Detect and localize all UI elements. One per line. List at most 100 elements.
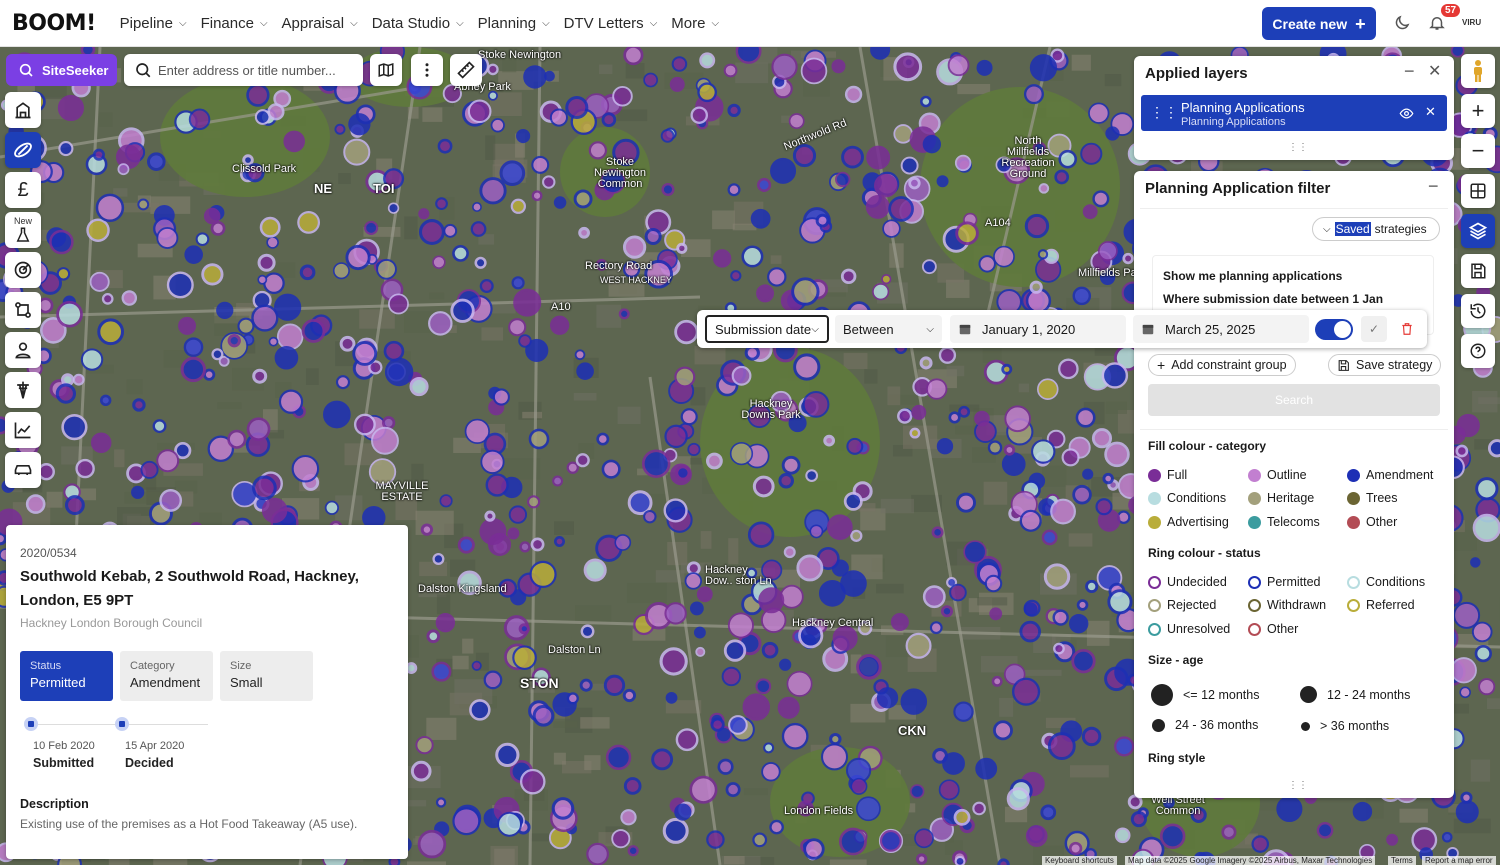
- minimize-icon[interactable]: −: [1428, 176, 1439, 197]
- nav-data-studio[interactable]: Data Studio ⌵: [372, 15, 464, 32]
- saved-highlight: Saved: [1334, 222, 1371, 236]
- building-block: [462, 638, 474, 654]
- ring-referred[interactable]: Referred: [1347, 598, 1415, 612]
- grid-button[interactable]: [1461, 174, 1495, 208]
- map-type-button[interactable]: [370, 54, 402, 86]
- nav-pipeline[interactable]: Pipeline ⌵: [120, 15, 187, 32]
- planning-marker: [573, 189, 593, 209]
- size-12-24-months[interactable]: 12 - 24 months: [1300, 686, 1410, 703]
- terms-link[interactable]: Terms: [1388, 856, 1416, 865]
- planning-marker: [601, 459, 621, 479]
- ring-permitted[interactable]: Permitted: [1248, 575, 1321, 589]
- building-block: [712, 210, 735, 230]
- tool-radar[interactable]: [5, 252, 41, 288]
- planning-marker: [915, 853, 928, 865]
- stat-size[interactable]: Size Small: [220, 651, 313, 701]
- help-button[interactable]: [1461, 334, 1495, 368]
- company-logo[interactable]: VIRU: [1462, 18, 1481, 27]
- ring-colour-title: Ring colour - status: [1148, 546, 1261, 560]
- saved-strategies-dropdown[interactable]: ⌵ Saved strategies: [1312, 217, 1440, 241]
- search-button[interactable]: Search: [1148, 384, 1440, 416]
- size-12-months[interactable]: <= 12 months: [1151, 684, 1259, 706]
- tool-property[interactable]: [5, 92, 41, 128]
- zoom-out-button[interactable]: −: [1461, 134, 1495, 168]
- nav-dtv-letters[interactable]: DTV Letters ⌵: [564, 15, 658, 32]
- nav-planning[interactable]: Planning ⌵: [478, 15, 550, 32]
- planning-marker: [1068, 841, 1083, 856]
- fill-conditions[interactable]: Conditions: [1148, 491, 1226, 505]
- create-new-button[interactable]: Create new +: [1262, 7, 1376, 40]
- layer-planning-applications[interactable]: ⋮⋮ Planning Applications Planning Applic…: [1141, 95, 1447, 131]
- to-date-input[interactable]: March 25, 2025: [1133, 315, 1309, 343]
- report-map-error-link[interactable]: Report a map error: [1422, 856, 1496, 865]
- enable-toggle[interactable]: [1315, 319, 1353, 340]
- planning-marker: [659, 647, 688, 676]
- delete-button[interactable]: [1394, 316, 1420, 342]
- confirm-button[interactable]: ✓: [1361, 316, 1387, 342]
- planning-marker: [763, 742, 775, 754]
- history-button[interactable]: [1461, 294, 1495, 328]
- ring-other[interactable]: Other: [1248, 622, 1298, 636]
- fill-other[interactable]: Other: [1347, 515, 1397, 529]
- drag-handle-icon[interactable]: ⋮⋮: [1150, 104, 1178, 121]
- size-over-36-months[interactable]: > 36 months: [1301, 719, 1389, 733]
- brand-logo[interactable]: BOOM!: [12, 11, 96, 36]
- ring-rejected[interactable]: Rejected: [1148, 598, 1216, 612]
- tool-owner[interactable]: [5, 332, 41, 368]
- fill-amendment[interactable]: Amendment: [1347, 468, 1433, 482]
- ruler-icon: [457, 61, 475, 79]
- fill-telecoms[interactable]: Telecoms: [1248, 515, 1320, 529]
- save-strategy-button[interactable]: Save strategy: [1328, 354, 1442, 376]
- eye-icon[interactable]: [1399, 106, 1414, 121]
- operator-select[interactable]: Between ⌵: [835, 315, 942, 343]
- planning-marker: [731, 365, 752, 386]
- planning-marker: [180, 356, 207, 383]
- keyboard-shortcuts-link[interactable]: Keyboard shortcuts: [1042, 856, 1117, 865]
- tool-planning[interactable]: [5, 132, 41, 168]
- from-date-value: January 1, 2020: [982, 321, 1076, 337]
- nav-more[interactable]: More ⌵: [671, 15, 719, 32]
- planning-marker: [428, 311, 453, 336]
- calendar-icon: [959, 324, 971, 335]
- resize-handle-icon[interactable]: ⋮⋮: [1288, 780, 1308, 791]
- field-select[interactable]: Submission date ⌵: [705, 315, 829, 343]
- from-date-input[interactable]: January 1, 2020: [950, 315, 1126, 343]
- remove-layer-icon[interactable]: ✕: [1425, 104, 1436, 120]
- stat-status[interactable]: Status Permitted: [20, 651, 113, 701]
- measure-button[interactable]: [450, 54, 482, 86]
- fill-advertising[interactable]: Advertising: [1148, 515, 1229, 529]
- siteseeker-button[interactable]: SiteSeeker: [6, 54, 117, 86]
- close-icon[interactable]: ✕: [1428, 61, 1441, 81]
- tool-power[interactable]: [5, 372, 41, 408]
- nav-finance[interactable]: Finance ⌵: [201, 15, 268, 32]
- size-24-36-months[interactable]: 24 - 36 months: [1152, 718, 1258, 732]
- fill-trees[interactable]: Trees: [1347, 491, 1398, 505]
- fill-outline[interactable]: Outline: [1248, 468, 1307, 482]
- street-view-button[interactable]: [1461, 54, 1495, 88]
- fill-heritage[interactable]: Heritage: [1248, 491, 1314, 505]
- layers-button[interactable]: [1461, 214, 1495, 248]
- ring-unresolved[interactable]: Unresolved: [1148, 622, 1230, 636]
- planning-marker: [101, 293, 114, 305]
- ring-undecided[interactable]: Undecided: [1148, 575, 1227, 589]
- planning-marker: [156, 226, 179, 249]
- add-constraint-group-button[interactable]: + Add constraint group: [1148, 354, 1296, 376]
- nav-appraisal[interactable]: Appraisal ⌵: [282, 15, 358, 32]
- tool-finance[interactable]: £: [5, 172, 41, 208]
- tool-lab[interactable]: New: [5, 212, 41, 248]
- tool-compare[interactable]: [5, 292, 41, 328]
- resize-handle-icon[interactable]: ⋮⋮: [1288, 142, 1308, 153]
- tool-transport[interactable]: [5, 452, 41, 488]
- minimize-icon[interactable]: −: [1404, 61, 1415, 82]
- tool-analytics[interactable]: [5, 412, 41, 448]
- building-block: [724, 856, 745, 865]
- ring-withdrawn[interactable]: Withdrawn: [1248, 598, 1326, 612]
- save-button[interactable]: [1461, 254, 1495, 288]
- ring-conditions[interactable]: Conditions: [1347, 575, 1425, 589]
- address-search-input[interactable]: Enter address or title number...: [124, 54, 363, 86]
- fill-full[interactable]: Full: [1148, 468, 1187, 482]
- zoom-in-button[interactable]: +: [1461, 94, 1495, 128]
- more-options-button[interactable]: [411, 54, 443, 86]
- dark-mode-icon[interactable]: [1391, 12, 1413, 34]
- stat-category[interactable]: Category Amendment: [120, 651, 213, 701]
